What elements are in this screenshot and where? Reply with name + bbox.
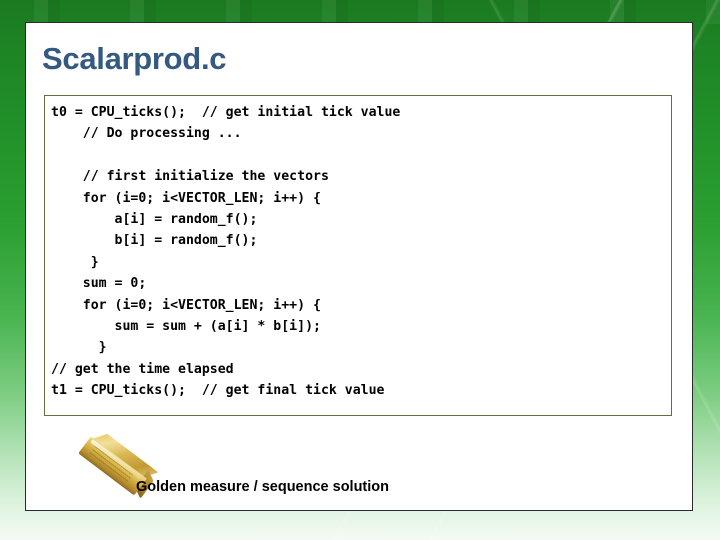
footnote-row: Golden measure / sequence solution	[44, 375, 644, 499]
code-block-text: t0 = CPU_ticks(); // get initial tick va…	[51, 105, 401, 399]
code-block: t0 = CPU_ticks(); // get initial tick va…	[44, 95, 672, 416]
footnote-caption: Golden measure / sequence solution	[136, 479, 390, 495]
top-stripe-texture	[0, 0, 720, 24]
slide-content-panel: Scalarprod.c t0 = CPU_ticks(); // get in…	[25, 22, 693, 511]
slide-background: Scalarprod.c t0 = CPU_ticks(); // get in…	[0, 0, 720, 540]
gold-bar-icon	[78, 433, 159, 499]
page-title: Scalarprod.c	[42, 41, 227, 76]
